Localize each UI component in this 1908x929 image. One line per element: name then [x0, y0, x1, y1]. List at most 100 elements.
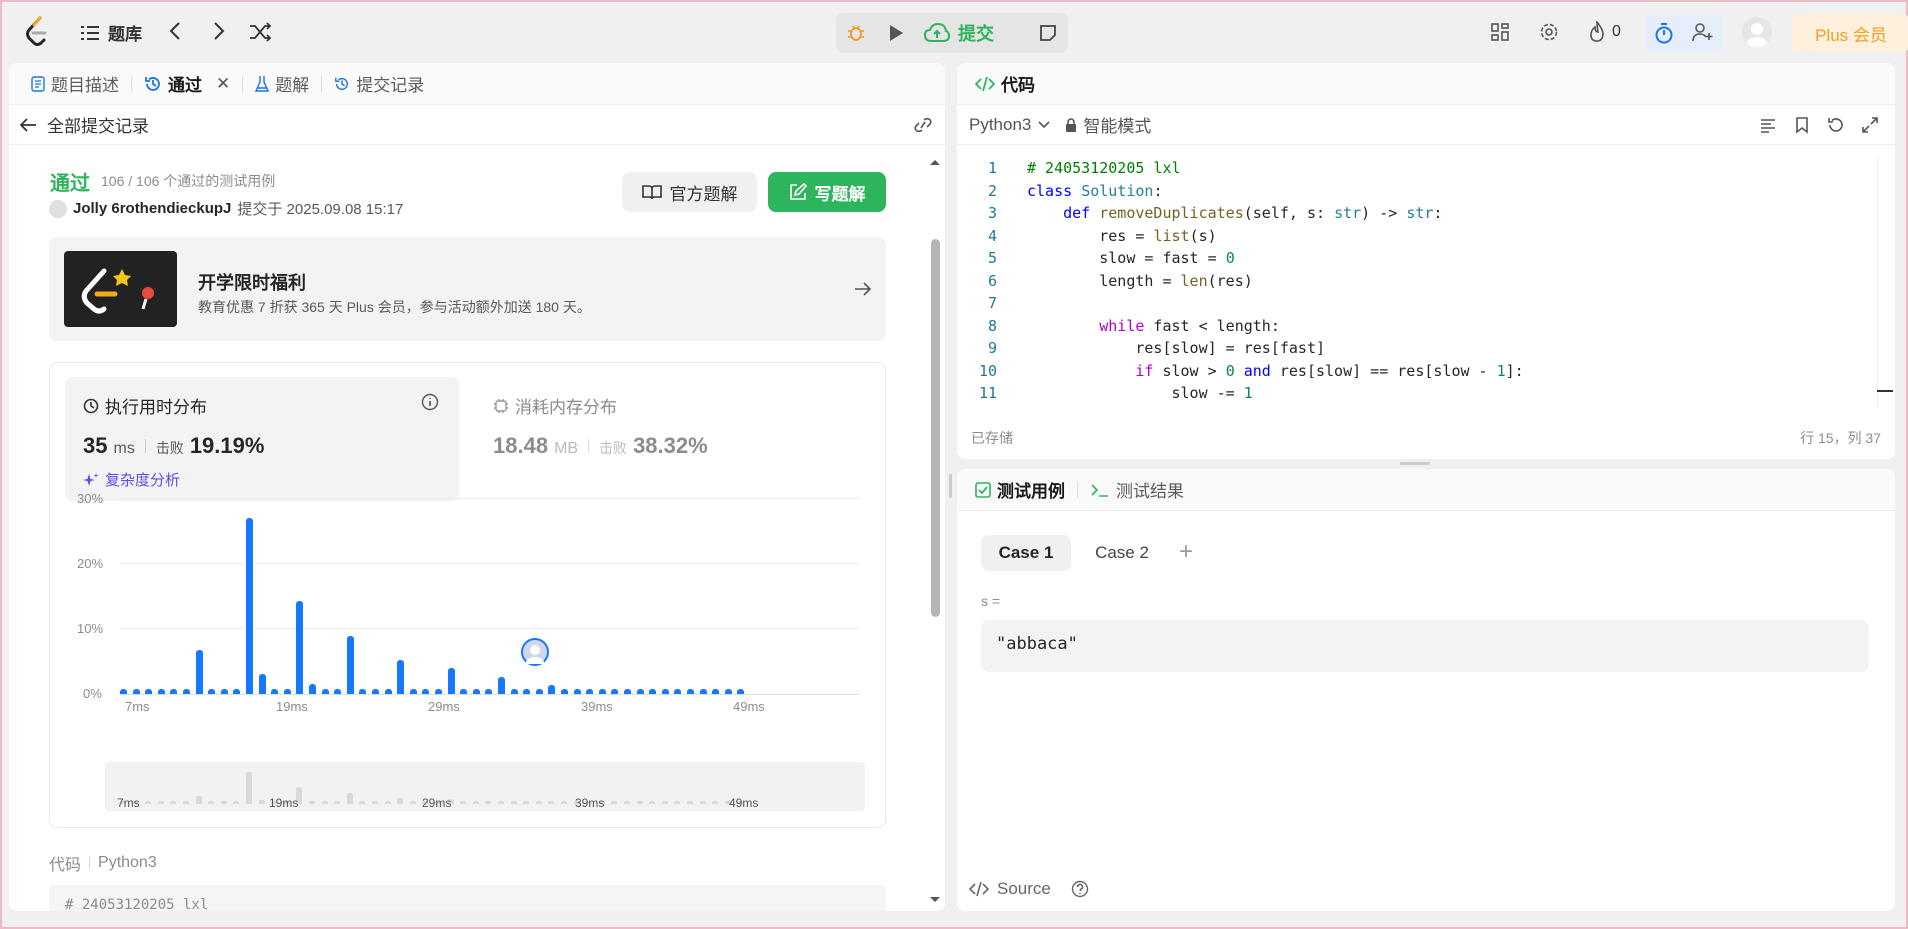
chart-bar[interactable] — [674, 688, 682, 694]
tab-submissions[interactable]: 提交记录 — [328, 64, 430, 104]
chart-bar[interactable] — [598, 688, 606, 694]
prev-problem-button[interactable] — [168, 20, 182, 42]
chart-bar[interactable] — [183, 688, 190, 694]
chart-bar[interactable] — [296, 601, 304, 694]
avatar[interactable] — [49, 199, 67, 218]
streak-counter[interactable]: 0 — [1588, 21, 1621, 43]
tab-testcase[interactable]: 测试用例 — [969, 470, 1071, 510]
chart-bar[interactable] — [120, 688, 127, 694]
chart-bar[interactable] — [447, 667, 455, 694]
next-problem-button[interactable] — [212, 20, 226, 42]
my-position-avatar[interactable] — [521, 638, 549, 669]
scrollbar[interactable] — [928, 153, 942, 905]
chart-bar[interactable] — [523, 688, 531, 694]
source-link[interactable]: Source — [969, 879, 1089, 899]
chart-bar[interactable] — [384, 688, 392, 694]
tab-code[interactable]: 代码 — [969, 64, 1041, 104]
notes-button[interactable] — [1028, 13, 1068, 53]
chart-bar[interactable] — [699, 688, 707, 694]
reset-icon[interactable] — [1827, 116, 1845, 134]
tab-description[interactable]: 题目描述 — [25, 64, 125, 104]
chart-bar[interactable] — [321, 688, 329, 694]
chart-bar[interactable] — [132, 688, 140, 694]
chart-bar[interactable] — [737, 688, 745, 694]
case-1-tab[interactable]: Case 1 — [981, 535, 1071, 571]
chart-bar[interactable] — [346, 635, 354, 694]
chart-bar[interactable] — [586, 688, 594, 694]
chart-bar[interactable] — [195, 649, 203, 694]
chart-bar[interactable] — [258, 674, 266, 694]
chart-bar[interactable] — [611, 688, 619, 694]
chart-bar[interactable] — [145, 688, 153, 694]
chart-bar[interactable] — [687, 688, 694, 694]
chart-bar[interactable] — [510, 688, 518, 694]
resize-handle[interactable] — [1400, 462, 1430, 465]
random-problem-button[interactable] — [249, 22, 271, 42]
chart-bar[interactable] — [170, 688, 178, 694]
chart-bar[interactable] — [661, 688, 669, 694]
tab-test-result[interactable]: 测试结果 — [1084, 470, 1190, 510]
chart-bar[interactable] — [409, 688, 417, 694]
chart-bar[interactable] — [233, 688, 241, 694]
code-editor[interactable]: 1 # 24053120205 lxl 2 class Solution: 3 def … — [957, 157, 1895, 407]
chart-bar[interactable] — [460, 688, 468, 694]
chart-bar[interactable] — [548, 684, 556, 694]
link-icon[interactable] — [913, 117, 933, 133]
tab-accepted[interactable]: 通过 ✕ — [138, 64, 236, 104]
variable-input[interactable]: "abbaca" — [981, 620, 1869, 672]
chart-bar[interactable] — [397, 660, 405, 694]
scroll-thumb[interactable] — [931, 239, 940, 617]
chart-bar[interactable] — [712, 688, 720, 694]
chart-bar[interactable] — [724, 688, 732, 694]
debug-button[interactable] — [838, 15, 874, 51]
username[interactable]: Jolly 6rothendieckupJ — [73, 200, 231, 217]
timer-button[interactable] — [1654, 22, 1674, 44]
chart-bar[interactable] — [573, 688, 581, 694]
help-icon[interactable] — [1071, 880, 1089, 898]
range-slider[interactable]: 7ms 19ms 29ms 39ms 49ms — [105, 762, 865, 811]
smart-mode-toggle[interactable]: 智能模式 — [1065, 112, 1151, 137]
language-select[interactable]: Python3 — [969, 115, 1051, 135]
chart-bar[interactable] — [208, 688, 216, 694]
problem-bank-button[interactable]: 题库 — [80, 20, 142, 45]
vertical-resize-handle[interactable] — [949, 474, 952, 498]
chart-bar[interactable] — [535, 688, 543, 694]
chart-bar[interactable] — [435, 688, 442, 694]
run-button[interactable] — [878, 15, 914, 51]
chart-bar[interactable] — [561, 688, 568, 694]
chart-bar[interactable] — [372, 688, 379, 694]
chart-bar[interactable] — [271, 688, 279, 694]
chart-bar[interactable] — [283, 688, 291, 694]
invite-button[interactable] — [1692, 22, 1714, 42]
add-case-button[interactable]: + — [1179, 537, 1193, 567]
chart-bar[interactable] — [157, 688, 165, 694]
submit-button[interactable]: 提交 — [924, 15, 994, 51]
chart-bar[interactable] — [498, 677, 505, 694]
chart-bar[interactable] — [334, 688, 342, 694]
promo-banner[interactable]: 开学限时福利 教育优惠 7 折获 365 天 Plus 会员，参与活动额外加送 … — [49, 237, 886, 341]
scroll-down-icon[interactable] — [928, 895, 942, 905]
chart-bar[interactable] — [636, 688, 644, 694]
avatar[interactable] — [1742, 17, 1772, 47]
chart-bar[interactable] — [220, 688, 228, 694]
write-solution-button[interactable]: 写题解 — [768, 172, 886, 212]
chart-bar[interactable] — [359, 688, 367, 694]
chart-bar[interactable] — [472, 688, 480, 694]
leetcode-logo[interactable] — [24, 16, 50, 46]
plus-member-button[interactable]: Plus 会员 — [1792, 14, 1908, 52]
layout-button[interactable] — [1490, 22, 1510, 42]
close-icon[interactable]: ✕ — [216, 74, 230, 94]
scroll-up-icon[interactable] — [928, 157, 942, 167]
settings-button[interactable] — [1539, 22, 1559, 42]
chart-bar[interactable] — [309, 684, 316, 694]
fullscreen-icon[interactable] — [1861, 116, 1879, 134]
chart-bar[interactable] — [485, 688, 493, 694]
chart-bar[interactable] — [624, 688, 631, 694]
chart-bar[interactable] — [649, 688, 657, 694]
tab-solutions[interactable]: 题解 — [249, 64, 315, 104]
case-2-tab[interactable]: Case 2 — [1077, 535, 1167, 571]
official-solution-button[interactable]: 官方题解 — [622, 172, 757, 212]
back-to-submissions[interactable]: 全部提交记录 — [19, 112, 149, 137]
chart-bar[interactable] — [422, 688, 430, 694]
format-icon[interactable] — [1759, 116, 1777, 134]
